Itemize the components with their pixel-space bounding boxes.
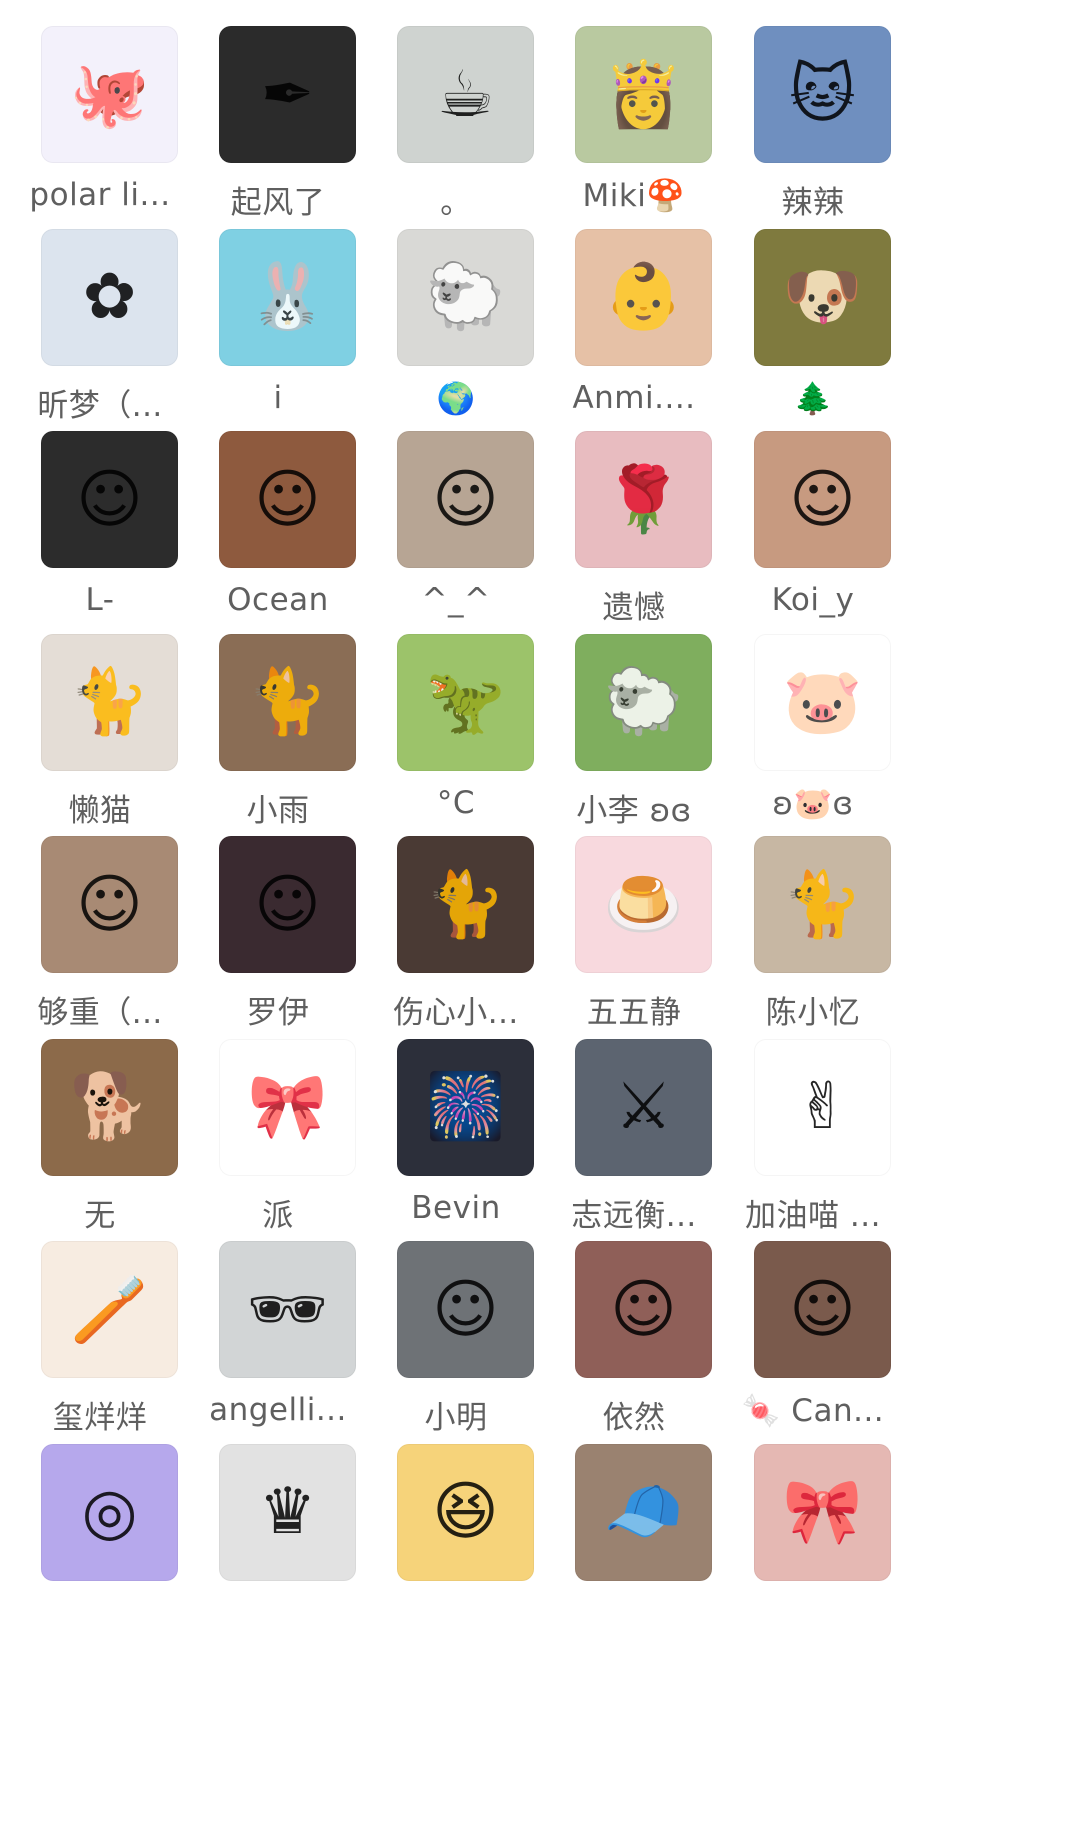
woman-crown-icon: ♛ (258, 1475, 317, 1549)
girl-cafe-icon: ☕ (436, 57, 495, 132)
anime-boy-icon: ✒ (260, 57, 315, 132)
woman-curly-icon: ☺ (254, 462, 321, 537)
avatar[interactable]: ✿ (41, 228, 178, 366)
hello-kitty-icon: 🎀 (247, 1070, 328, 1144)
avatar[interactable]: 🪥 (41, 1241, 178, 1378)
octopus-sticker-icon: 🐙 (69, 57, 150, 132)
avatar[interactable]: ◎ (41, 1443, 178, 1581)
avatar[interactable]: 🐕 (41, 1038, 178, 1176)
avatar[interactable]: 👸 (575, 26, 712, 163)
member-tile[interactable]: 🎀 (713, 1418, 913, 1633)
member-tile[interactable]: ☺ 🍬 Can... (713, 1215, 913, 1430)
woman-portrait-icon: ☺ (610, 1272, 677, 1347)
avatar[interactable]: 🍮 (575, 836, 712, 973)
avatar[interactable]: 🌹 (575, 431, 712, 568)
dog-forest-icon: 🐶 (782, 260, 863, 334)
woman-with-cat-icon: 🐈 (782, 867, 863, 942)
woman-portrait-icon: ☺ (789, 462, 856, 537)
avatar[interactable]: ☺ (41, 431, 178, 568)
member-grid: 🐙 polar li... ✒ 起风了 ☕。 👸 Miki🍄 🐱 辣辣 ✿ 昕梦（... 🐰 i 🐑 🌍 👶 A… (0, 0, 1080, 1823)
woman-beret-icon: ☺ (789, 1272, 856, 1347)
woman-sunglasses-icon: 🕶 (246, 1272, 329, 1347)
avatar[interactable]: 👶 (575, 228, 712, 366)
avatar[interactable]: 🐙 (41, 26, 178, 163)
member-tile[interactable]: 🧢 (534, 1418, 734, 1633)
avatar[interactable]: 🧢 (575, 1443, 712, 1581)
hello-kitty-plush-icon: 🎀 (782, 1475, 863, 1549)
child-photo-icon: ☺ (432, 462, 499, 537)
avatar[interactable]: ☺ (397, 431, 534, 568)
avatar[interactable]: 😆 (397, 1443, 534, 1581)
avatar[interactable]: ☺ (41, 836, 178, 973)
cartoon-boy-icon: 🪥 (69, 1272, 150, 1347)
avatar[interactable]: ♛ (219, 1443, 356, 1581)
plush-sheep-icon: 🐑 (425, 260, 506, 334)
hello-kitty-plush-icon: 🎆 (425, 1070, 506, 1144)
baby-face-icon: 👶 (603, 260, 684, 334)
avatar[interactable]: 🐑 (397, 228, 534, 366)
member-tile[interactable]: 🐶 🌲 (713, 203, 913, 418)
anime-boy-icon: ⚔ (614, 1070, 673, 1144)
anime-girl-icon: 👸 (603, 57, 684, 132)
member-tile[interactable]: 😆 (356, 1418, 556, 1633)
anime-white-hair-icon: ✿ (82, 260, 137, 334)
cartoon-girl-icon: ✌ (795, 1070, 850, 1144)
avatar[interactable]: 🎆 (397, 1038, 534, 1176)
pudding-dog-icon: 🍮 (603, 867, 684, 942)
member-tile[interactable]: 🐱 辣辣 (713, 0, 913, 221)
man-photo-icon: ☺ (432, 1272, 499, 1347)
anime-rose-icon: 🌹 (603, 462, 684, 537)
avatar[interactable]: ☺ (575, 1241, 712, 1378)
avatar[interactable]: 🐈 (219, 633, 356, 771)
member-tile[interactable]: ◎ (0, 1418, 200, 1633)
avatar[interactable]: 🐷 (754, 633, 891, 771)
avatar[interactable]: ⚔ (575, 1038, 712, 1176)
avatar[interactable]: 🎀 (754, 1443, 891, 1581)
avatar[interactable]: 🐑 (575, 633, 712, 771)
avatar[interactable]: 🕶 (219, 1241, 356, 1378)
woman-portrait-icon: ☺ (76, 867, 143, 942)
avatar[interactable]: 🐰 (219, 228, 356, 366)
avatar[interactable]: ☺ (219, 431, 356, 568)
green-costume-icon: 🦖 (425, 665, 506, 739)
avatar[interactable]: 🐈 (41, 633, 178, 771)
white-cat-icon: 🐱 (789, 57, 856, 132)
avatar[interactable]: ✌ (754, 1038, 891, 1176)
avatar[interactable]: ✒ (219, 26, 356, 163)
avatar[interactable]: 🐈 (754, 836, 891, 973)
member-tile[interactable]: ☺ Koi_y (713, 405, 913, 620)
avatar[interactable]: 🐱 (754, 26, 891, 163)
avatar[interactable]: ☺ (219, 836, 356, 973)
avatar[interactable]: 🦖 (397, 633, 534, 771)
avatar[interactable]: 🎀 (219, 1038, 356, 1176)
member-tile[interactable]: 🐷 ʚ🐷ɞ (713, 608, 913, 823)
woman-with-cat-icon: 🐈 (247, 665, 328, 739)
woman-with-cat-icon: 🐈 (69, 665, 150, 739)
corgi-icon: 🐕 (69, 1070, 150, 1144)
avatar[interactable]: 🐶 (754, 228, 891, 366)
pig-cartoon-icon: 🐷 (782, 665, 863, 739)
woman-with-cat-icon: 🐈 (425, 867, 506, 942)
avatar[interactable]: ☕ (397, 26, 534, 163)
rainbow-circle-icon: ◎ (81, 1475, 138, 1549)
anime-laughing-icon: 😆 (432, 1475, 499, 1549)
member-tile[interactable]: ✌ 加油喵 ... (713, 1013, 913, 1234)
avatar[interactable]: ☺ (397, 1241, 534, 1378)
avatar[interactable]: ☺ (754, 1241, 891, 1378)
my-melody-icon: 🐰 (247, 260, 328, 334)
avatar[interactable]: ☺ (754, 431, 891, 568)
woman-meadow-icon: 🐑 (603, 665, 684, 739)
member-tile[interactable]: 🐈 陈小忆 (713, 810, 913, 1031)
woman-portrait-icon: ☺ (76, 462, 143, 537)
woman-cap-icon: 🧢 (603, 1475, 684, 1549)
woman-pink-hat-icon: ☺ (254, 867, 321, 942)
member-tile[interactable]: ♛ (178, 1418, 378, 1633)
avatar[interactable]: 🐈 (397, 836, 534, 973)
